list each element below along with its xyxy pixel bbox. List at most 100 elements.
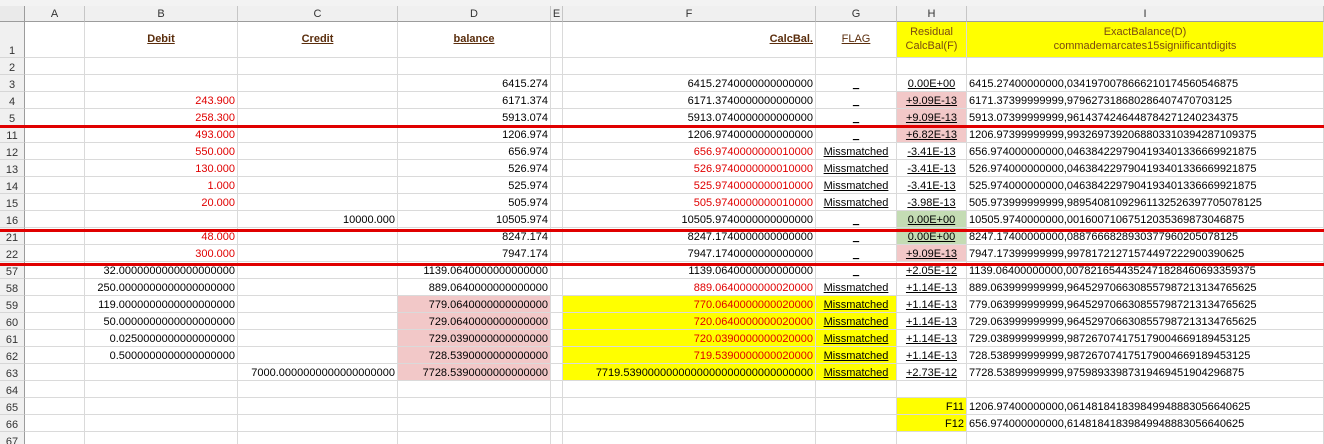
cell-a5[interactable] [25,109,85,126]
cell-f13[interactable]: 526.9740000000010000 [563,160,816,177]
cell-f16[interactable]: 10505.9740000000000000 [563,211,816,228]
cell-f66[interactable] [563,415,816,432]
cell-i14[interactable]: 525.974000000000,04638422979041934013366… [967,177,1324,194]
cell-b63[interactable] [85,364,238,381]
cell-a11[interactable] [25,126,85,143]
cell-f3[interactable]: 6415.2740000000000000 [563,75,816,92]
cell-e4[interactable] [551,92,563,109]
cell-h3[interactable]: 0.00E+00 [897,75,967,92]
cell-c2[interactable] [238,58,398,75]
cell-g58[interactable]: Missmatched [816,279,897,296]
cell-b66[interactable] [85,415,238,432]
cell-a2[interactable] [25,58,85,75]
cell-e12[interactable] [551,143,563,160]
cell-E1[interactable] [551,22,563,58]
column-header-f[interactable]: F [563,6,816,22]
cell-h60[interactable]: +1.14E-13 [897,313,967,330]
cell-h67[interactable] [897,432,967,444]
cell-c63[interactable]: 7000.0000000000000000000 [238,364,398,381]
cell-b16[interactable] [85,211,238,228]
cell-d5[interactable]: 5913.074 [398,109,551,126]
cell-d14[interactable]: 525.974 [398,177,551,194]
cell-h12[interactable]: -3.41E-13 [897,143,967,160]
cell-d65[interactable] [398,398,551,415]
row-header[interactable]: 61 [0,330,25,347]
row-header[interactable]: 1 [0,22,25,58]
cell-h13[interactable]: -3.41E-13 [897,160,967,177]
cell-d4[interactable]: 6171.374 [398,92,551,109]
column-header-a[interactable]: A [25,6,85,22]
cell-d63[interactable]: 7728.5390000000000000 [398,364,551,381]
cell-h59[interactable]: +1.14E-13 [897,296,967,313]
column-header-d[interactable]: D [398,6,551,22]
row-header[interactable]: 4 [0,92,25,109]
cell-b12[interactable]: 550.000 [85,143,238,160]
cell-a62[interactable] [25,347,85,364]
cell-f11[interactable]: 1206.9740000000000000 [563,126,816,143]
cell-f58[interactable]: 889.0640000000020000 [563,279,816,296]
cell-h22[interactable]: +9.09E-13 [897,245,967,262]
row-header[interactable]: 3 [0,75,25,92]
cell-i5[interactable]: 5913.07399999999,96143742464487842712402… [967,109,1324,126]
cell-f5[interactable]: 5913.0740000000000000 [563,109,816,126]
cell-c66[interactable] [238,415,398,432]
cell-g13[interactable]: Missmatched [816,160,897,177]
row-header[interactable]: 2 [0,58,25,75]
cell-h11[interactable]: +6.82E-13 [897,126,967,143]
cell-i4[interactable]: 6171.37399999999,97962731868028640747070… [967,92,1324,109]
cell-c3[interactable] [238,75,398,92]
column-header-g[interactable]: G [816,6,897,22]
row-header[interactable]: 11 [0,126,25,143]
row-header[interactable]: 16 [0,211,25,228]
cell-f63[interactable]: 7719.5390000000000000000000000000000 [563,364,816,381]
column-header-b[interactable]: B [85,6,238,22]
cell-b11[interactable]: 493.000 [85,126,238,143]
cell-b67[interactable] [85,432,238,444]
cell-g16[interactable]: _ [816,211,897,228]
select-all-corner[interactable] [0,6,25,22]
cell-f12[interactable]: 656.9740000000010000 [563,143,816,160]
cell-g65[interactable] [816,398,897,415]
cell-d13[interactable]: 526.974 [398,160,551,177]
cell-e13[interactable] [551,160,563,177]
cell-c16[interactable]: 10000.000 [238,211,398,228]
row-header[interactable]: 58 [0,279,25,296]
cell-h62[interactable]: +1.14E-13 [897,347,967,364]
cell-g15[interactable]: Missmatched [816,194,897,211]
column-header-i[interactable]: I [967,6,1324,22]
row-header[interactable]: 5 [0,109,25,126]
cell-h5[interactable]: +9.09E-13 [897,109,967,126]
cell-g67[interactable] [816,432,897,444]
cell-a14[interactable] [25,177,85,194]
cell-i65[interactable]: 1206.97400000000,06148184183984994888305… [967,398,1324,415]
cell-d66[interactable] [398,415,551,432]
cell-d67[interactable] [398,432,551,444]
cell-d22[interactable]: 7947.174 [398,245,551,262]
cell-d61[interactable]: 729.0390000000000000 [398,330,551,347]
cell-f59[interactable]: 770.0640000000020000 [563,296,816,313]
row-header[interactable]: 62 [0,347,25,364]
cell-i3[interactable]: 6415.27400000000,03419700786662101745605… [967,75,1324,92]
cell-c60[interactable] [238,313,398,330]
cell-c59[interactable] [238,296,398,313]
row-header[interactable]: 14 [0,177,25,194]
cell-i12[interactable]: 656.974000000000,04638422979041934013366… [967,143,1324,160]
cell-e5[interactable] [551,109,563,126]
cell-a65[interactable] [25,398,85,415]
cell-i67[interactable] [967,432,1324,444]
cell-i61[interactable]: 729.038999999999,98726707417517900466918… [967,330,1324,347]
cell-h15[interactable]: -3.98E-13 [897,194,967,211]
cell-c22[interactable] [238,245,398,262]
cell-a67[interactable] [25,432,85,444]
cell-d2[interactable] [398,58,551,75]
cell-g14[interactable]: Missmatched [816,177,897,194]
cell-g66[interactable] [816,415,897,432]
cell-d16[interactable]: 10505.974 [398,211,551,228]
cell-a66[interactable] [25,415,85,432]
cell-e58[interactable] [551,279,563,296]
cell-f22[interactable]: 7947.1740000000000000 [563,245,816,262]
row-header[interactable]: 12 [0,143,25,160]
cell-f67[interactable] [563,432,816,444]
cell-g63[interactable]: Missmatched [816,364,897,381]
cell-f64[interactable] [563,381,816,398]
